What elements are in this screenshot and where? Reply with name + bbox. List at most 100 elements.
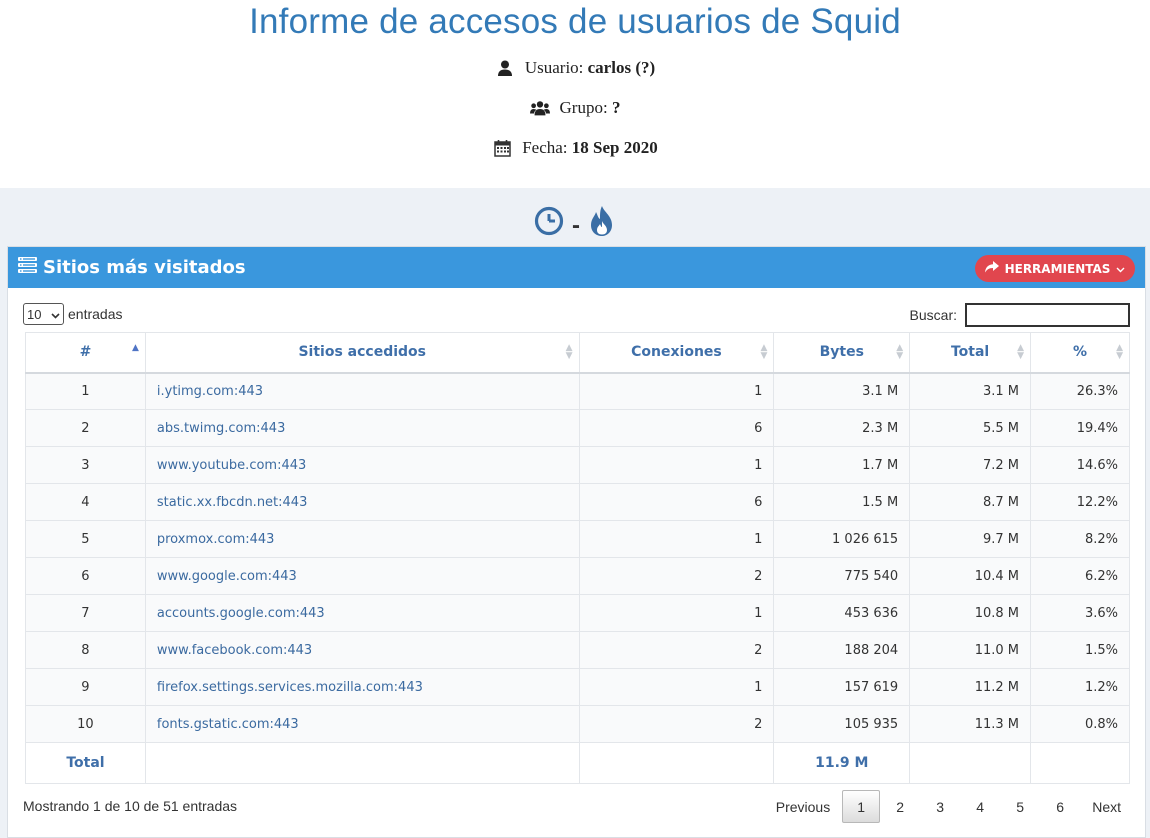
cell-connections: 2: [578, 631, 775, 669]
cell-bytes: 775 540: [773, 557, 911, 595]
cell-connections: 1: [578, 520, 775, 558]
footer-total-label: Total: [25, 742, 146, 784]
panel-title: Sitios más visitados: [43, 257, 246, 278]
cell-percent: 3.6%: [1030, 594, 1130, 632]
pagination-page[interactable]: 4: [960, 790, 1000, 823]
pagination-page[interactable]: 2: [880, 790, 920, 823]
cell-total: 11.0 M: [909, 631, 1032, 669]
cell-bytes: 453 636: [773, 594, 911, 632]
cell-site-link[interactable]: accounts.google.com:443: [144, 594, 580, 632]
footer-empty-cell: [578, 742, 775, 784]
cell-connections: 6: [578, 483, 775, 521]
cell-connections: 1: [578, 594, 775, 632]
share-icon: [984, 261, 999, 276]
pagination-next[interactable]: Next: [1080, 790, 1133, 823]
cell-connections: 1: [578, 446, 775, 484]
col-header-site[interactable]: Sitios accedidos ▲ ▼: [144, 332, 580, 374]
pagination: Previous 1 2 3 4 5 6 Next: [764, 790, 1133, 823]
page-length-select[interactable]: 10: [23, 303, 64, 325]
chevron-down-icon: [1116, 262, 1125, 276]
table-row: 7 accounts.google.com:443 1 453 636 10.8 M 3.…: [25, 594, 1130, 632]
footer-empty-cell: [909, 742, 1032, 784]
cell-rank: 6: [25, 557, 146, 595]
footer-empty-cell: [1030, 742, 1130, 784]
page-title: Informe de accesos de usuarios de Squid: [249, 2, 901, 41]
cell-rank: 7: [25, 594, 146, 632]
cell-percent: 12.2%: [1030, 483, 1130, 521]
table-row: 5 proxmox.com:443 1 1 026 615 9.7 M 8.2%: [25, 520, 1130, 558]
date-value: 18 Sep 2020: [571, 138, 658, 157]
pagination-page[interactable]: 3: [920, 790, 960, 823]
cell-total: 3.1 M: [909, 372, 1032, 410]
cell-rank: 4: [25, 483, 146, 521]
cell-site-link[interactable]: i.ytimg.com:443: [144, 372, 580, 410]
cell-total: 10.8 M: [909, 594, 1032, 632]
cell-bytes: 188 204: [773, 631, 911, 669]
cell-bytes: 1.5 M: [773, 483, 911, 521]
pagination-page[interactable]: 5: [1000, 790, 1040, 823]
cell-site-link[interactable]: static.xx.fbcdn.net:443: [144, 483, 580, 521]
group-label: Grupo:: [559, 98, 608, 117]
table-row: 2 abs.twimg.com:443 6 2.3 M 5.5 M 19.4%: [25, 409, 1130, 447]
table-row: 9 firefox.settings.services.mozilla.com:4…: [25, 668, 1130, 706]
tools-button-label: HERRAMIENTAS: [1004, 261, 1111, 276]
cell-total: 11.2 M: [909, 668, 1032, 706]
col-header-rank[interactable]: # ▲: [25, 332, 146, 374]
fire-icon[interactable]: [588, 205, 616, 242]
cell-site-link[interactable]: firefox.settings.services.mozilla.com:44…: [144, 668, 580, 706]
pagination-page[interactable]: 1: [842, 790, 881, 823]
cell-total: 10.4 M: [909, 557, 1032, 595]
cell-percent: 26.3%: [1030, 372, 1130, 410]
cell-site-link[interactable]: www.facebook.com:443: [144, 631, 580, 669]
cell-site-link[interactable]: abs.twimg.com:443: [144, 409, 580, 447]
cell-percent: 6.2%: [1030, 557, 1130, 595]
cell-rank: 1: [25, 372, 146, 410]
cell-percent: 1.5%: [1030, 631, 1130, 669]
cell-bytes: 105 935: [773, 705, 911, 743]
page-length-value: 10: [27, 306, 42, 322]
sort-icon: ▲ ▼: [760, 343, 768, 361]
col-header-connections[interactable]: Conexiones ▲ ▼: [578, 332, 775, 374]
page-length-control: 10 entradas: [23, 303, 122, 325]
cell-percent: 0.8%: [1030, 705, 1130, 743]
table-row: 10 fonts.gstatic.com:443 2 105 935 11.3 M 0.8…: [25, 705, 1130, 743]
footer-bytes-total: 11.9 M: [773, 742, 911, 784]
cell-connections: 6: [578, 409, 775, 447]
sort-icon: ▲ ▼: [1116, 343, 1123, 361]
cell-bytes: 2.3 M: [773, 409, 911, 447]
table-row: 1 i.ytimg.com:443 1 3.1 M 3.1 M 26.3%: [25, 372, 1130, 410]
table-controls: 10 entradas Buscar:: [23, 303, 1130, 329]
date-line: Fecha: 18 Sep 2020: [0, 138, 1150, 158]
col-header-percent[interactable]: % ▲ ▼: [1030, 332, 1130, 374]
panel-header: Sitios más visitados HERRAMIENTAS: [8, 247, 1145, 288]
cell-site-link[interactable]: www.youtube.com:443: [144, 446, 580, 484]
cell-total: 7.2 M: [909, 446, 1032, 484]
page-length-suffix: entradas: [68, 306, 123, 322]
clock-icon[interactable]: [534, 206, 564, 241]
cell-connections: 2: [578, 557, 775, 595]
user-line: Usuario: carlos (?): [0, 58, 1150, 78]
cell-bytes: 3.1 M: [773, 372, 911, 410]
cell-site-link[interactable]: proxmox.com:443: [144, 520, 580, 558]
top-sites-panel: Sitios más visitados HERRAMIENTAS 10 ent…: [7, 246, 1146, 838]
search-input[interactable]: [965, 303, 1130, 327]
cell-rank: 8: [25, 631, 146, 669]
cell-rank: 2: [25, 409, 146, 447]
cell-percent: 19.4%: [1030, 409, 1130, 447]
tools-dropdown-button[interactable]: HERRAMIENTAS: [975, 255, 1135, 282]
col-header-total[interactable]: Total ▲ ▼: [909, 332, 1032, 374]
search-label: Buscar:: [909, 307, 957, 323]
col-header-bytes[interactable]: Bytes ▲ ▼: [773, 332, 911, 374]
cell-rank: 10: [25, 705, 146, 743]
table-row: 6 www.google.com:443 2 775 540 10.4 M 6.2%: [25, 557, 1130, 595]
table-row: 4 static.xx.fbcdn.net:443 6 1.5 M 8.7 M 12.2%: [25, 483, 1130, 521]
cell-site-link[interactable]: fonts.gstatic.com:443: [144, 705, 580, 743]
footer-empty-cell: [144, 742, 580, 784]
cell-total: 9.7 M: [909, 520, 1032, 558]
group-line: Grupo: ?: [0, 98, 1150, 118]
cell-percent: 8.2%: [1030, 520, 1130, 558]
cell-site-link[interactable]: www.google.com:443: [144, 557, 580, 595]
pagination-previous[interactable]: Previous: [764, 790, 842, 823]
pagination-page[interactable]: 6: [1040, 790, 1080, 823]
cell-connections: 1: [578, 372, 775, 410]
